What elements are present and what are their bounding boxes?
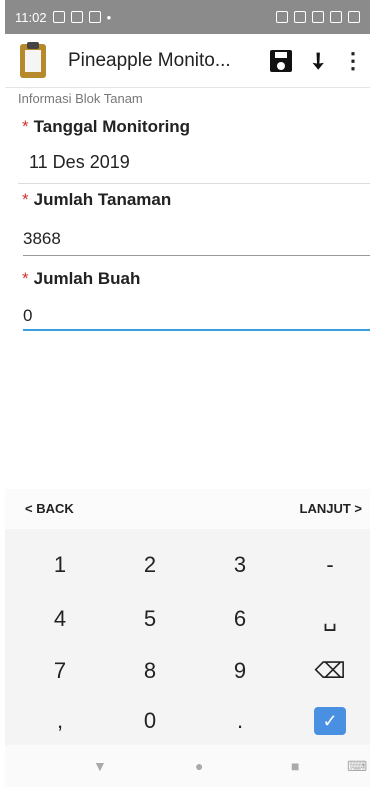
keyboard-nav-row: < BACK LANJUT > xyxy=(5,489,370,529)
key-period[interactable]: . xyxy=(195,699,285,743)
check-icon: ✓ xyxy=(314,707,346,735)
key-8[interactable]: 8 xyxy=(105,649,195,693)
key-6[interactable]: 6 xyxy=(195,597,285,641)
buah-label: * Jumlah Buah xyxy=(22,269,141,288)
home-icon[interactable]: ● xyxy=(195,758,203,774)
divider xyxy=(18,183,370,184)
image-icon xyxy=(70,11,83,23)
next-button[interactable]: LANJUT > xyxy=(300,501,362,516)
enter-key[interactable]: ✓ xyxy=(285,699,375,743)
key-0[interactable]: 0 xyxy=(105,699,195,743)
key-minus[interactable]: - xyxy=(285,543,375,587)
buah-input[interactable]: 0 xyxy=(23,306,32,326)
clipboard-icon xyxy=(20,41,46,78)
required-mark: * xyxy=(22,269,29,288)
tanaman-label: * Jumlah Tanaman xyxy=(22,190,172,209)
mail-icon xyxy=(88,11,101,23)
key-7[interactable]: 7 xyxy=(15,649,105,693)
keyboard-hide-icon[interactable]: ▼ xyxy=(93,758,107,774)
key-9[interactable]: 9 xyxy=(195,649,285,693)
alarm-icon xyxy=(276,11,288,23)
arrow-down-right-icon[interactable]: ➘ xyxy=(303,45,334,76)
tanggal-value[interactable]: 11 Des 2019 xyxy=(29,152,130,173)
more-options-icon[interactable]: ⋮ xyxy=(342,48,364,74)
key-1[interactable]: 1 xyxy=(15,543,105,587)
battery-icon xyxy=(348,11,360,23)
required-mark: * xyxy=(22,117,29,136)
key-4[interactable]: 4 xyxy=(15,597,105,641)
keyboard-switch-icon[interactable]: ⌨ xyxy=(347,758,367,775)
back-button[interactable]: < BACK xyxy=(25,501,74,516)
recents-icon[interactable]: ■ xyxy=(291,758,299,774)
section-label: Informasi Blok Tanam xyxy=(18,91,143,106)
backspace-key[interactable]: ⌫ xyxy=(285,649,375,693)
tanaman-underline xyxy=(23,255,370,256)
app-title: Pineapple Monito... xyxy=(68,49,231,71)
status-bar: 11:02 • xyxy=(5,0,370,34)
bottom-nav: ▼ ● ■ ⌨ xyxy=(5,745,370,787)
key-comma[interactable]: , xyxy=(15,699,105,743)
dot-icon: • xyxy=(106,9,112,25)
signal-icon xyxy=(330,11,342,23)
cast-icon xyxy=(294,11,306,23)
save-icon[interactable] xyxy=(270,50,292,72)
numeric-keyboard: < BACK LANJUT > 1 2 3 - 4 5 6 ␣ 7 8 9 ⌫ … xyxy=(5,489,370,745)
app-bar: Pineapple Monito... ➘ ⋮ xyxy=(5,34,370,88)
notification-icon xyxy=(52,11,65,23)
tanggal-label: * Tanggal Monitoring xyxy=(22,117,191,136)
key-3[interactable]: 3 xyxy=(195,543,285,587)
required-mark: * xyxy=(22,190,29,209)
key-space[interactable]: ␣ xyxy=(285,597,375,641)
buah-underline xyxy=(23,329,370,331)
key-2[interactable]: 2 xyxy=(105,543,195,587)
status-time: 11:02 xyxy=(15,9,47,25)
tanaman-input[interactable]: 3868 xyxy=(23,229,61,249)
key-5[interactable]: 5 xyxy=(105,597,195,641)
hotspot-icon xyxy=(312,11,324,23)
